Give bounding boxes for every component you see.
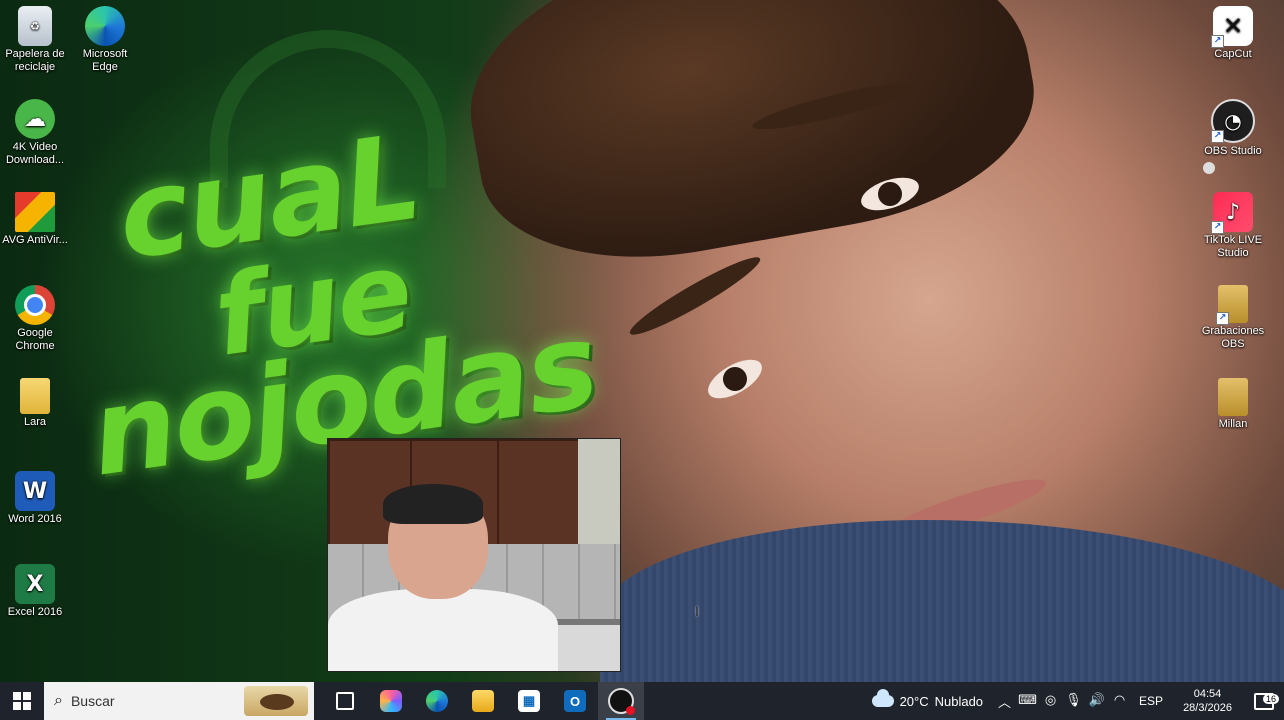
- desktop-icon-millan[interactable]: Millan: [1198, 374, 1268, 431]
- desktop-icon-capcut[interactable]: ✕ ↗ CapCut: [1198, 2, 1268, 61]
- folder-icon: [1218, 378, 1248, 416]
- cloud-icon: [871, 689, 894, 707]
- input-indicator-icon[interactable]: ⌨: [1016, 692, 1039, 711]
- obs-taskbar-button[interactable]: [598, 682, 644, 720]
- wallpaper-eye-left: [702, 351, 768, 407]
- desktop-wallpaper: cuaL fue nojodas ♻ Papelera de reciclaje M…: [0, 0, 1284, 682]
- desktop-icon-lara[interactable]: Lara: [0, 374, 70, 429]
- chevron-up-icon[interactable]: ︿: [993, 692, 1016, 711]
- text-cursor-icon: I: [695, 603, 699, 619]
- desktop-icon-label: AVG AntiVir...: [2, 234, 68, 246]
- desktop-icon-label: Lara: [23, 416, 47, 428]
- search-highlight-image: [244, 686, 308, 716]
- webcam-overlay: [327, 438, 621, 672]
- shortcut-arrow-icon: ↗: [1211, 35, 1224, 48]
- search-icon: ⌕: [54, 692, 63, 709]
- shortcut-arrow-icon: ↗: [1211, 221, 1224, 234]
- copilot-icon: [380, 690, 402, 712]
- webcam-wall: [578, 439, 620, 549]
- system-tray: 20°C Nublado ︿ ⌨ ◎ 🎙 🔊 ◠ ESP 04:54 28/3/2026 …: [862, 682, 1284, 720]
- notification-center-button[interactable]: 16: [1244, 692, 1284, 710]
- outlook-icon: O: [564, 690, 586, 712]
- taskbar-search-box[interactable]: ⌕ Buscar: [44, 682, 314, 720]
- word-icon: W: [15, 471, 55, 511]
- recycle-bin-icon: ♻: [18, 6, 52, 46]
- obs-studio-icon: ◔ ↗: [1211, 99, 1255, 143]
- weather-temperature: 20°C: [899, 693, 929, 709]
- notification-count: 16: [1262, 693, 1279, 704]
- task-view-button[interactable]: [322, 682, 368, 720]
- webcam-person-hair: [383, 484, 483, 524]
- desktop-icon-excel-2016[interactable]: X Excel 2016: [0, 560, 70, 619]
- excel-icon: X: [15, 564, 55, 604]
- desktop-icon-label: Grabaciones OBS: [1201, 325, 1265, 350]
- desktop-icon-label: Millan: [1218, 418, 1248, 430]
- desktop-icon-word-2016[interactable]: W Word 2016: [0, 467, 70, 526]
- desktop-icon-label: Microsoft Edge: [82, 48, 128, 73]
- start-button[interactable]: [0, 682, 44, 720]
- desktop-icon-grabaciones-obs[interactable]: ↗ Grabaciones OBS: [1198, 281, 1268, 351]
- desktop-icon-label: TikTok LIVE Studio: [1203, 234, 1263, 259]
- desktop-icon-label: Papelera de reciclaje: [5, 48, 65, 73]
- store-icon: ▦: [518, 690, 540, 712]
- wallpaper-sweater: [600, 520, 1284, 682]
- edge-icon: [426, 690, 448, 712]
- desktop-icon-obs-studio[interactable]: ◔ ↗ OBS Studio: [1198, 95, 1268, 158]
- taskbar: ⌕ Buscar ▦ O 20°C Nublado ︿ ⌨ ◎ 🎙 🔊 ◠ ESP 04:5…: [0, 682, 1284, 720]
- desktop-icon-microsoft-edge[interactable]: Microsoft Edge: [70, 2, 140, 74]
- clock[interactable]: 04:54 28/3/2026: [1171, 687, 1244, 715]
- clock-time: 04:54: [1193, 688, 1222, 700]
- desktop-icon-4k-video-download[interactable]: ☁ 4K Video Download...: [0, 95, 70, 167]
- folder-icon: [20, 378, 50, 414]
- desktop-icon-label: Excel 2016: [7, 606, 63, 618]
- clock-date: 28/3/2026: [1183, 702, 1232, 714]
- desktop-icon-avg-antivir[interactable]: AVG AntiVir...: [0, 188, 70, 247]
- desktop-icon-label: OBS Studio: [1204, 145, 1262, 157]
- capcut-icon: ✕ ↗: [1211, 6, 1253, 48]
- outlook-button[interactable]: O: [552, 682, 598, 720]
- search-placeholder: Buscar: [70, 693, 115, 709]
- wallpaper-brow-left: [624, 248, 766, 344]
- desktop-icon-google-chrome[interactable]: Google Chrome: [0, 281, 70, 353]
- wifi-icon[interactable]: ◠: [1108, 692, 1131, 711]
- tiktok-live-studio-icon: ♪ ↗: [1211, 192, 1253, 234]
- 4k-video-downloader-icon: ☁: [15, 99, 55, 139]
- folder-icon: ↗: [1216, 285, 1248, 325]
- file-explorer-button[interactable]: [460, 682, 506, 720]
- edge-icon: [85, 6, 125, 46]
- desktop-icon-label: CapCut: [1214, 48, 1252, 60]
- folder-icon: [472, 690, 494, 712]
- webcam-icon[interactable]: ◎: [1039, 692, 1062, 711]
- language-indicator[interactable]: ESP: [1131, 694, 1171, 708]
- shortcut-arrow-icon: ↗: [1216, 312, 1229, 325]
- windows-logo-icon: [13, 692, 31, 710]
- desktop-icon-label: 4K Video Download...: [5, 141, 65, 166]
- wallpaper-hair: [448, 0, 1052, 287]
- desktop-icon-label: Google Chrome: [15, 327, 55, 352]
- microphone-icon[interactable]: 🎙: [1062, 692, 1085, 711]
- task-view-icon: [336, 692, 354, 710]
- avg-antivirus-icon: [15, 192, 55, 232]
- microsoft-store-button[interactable]: ▦: [506, 682, 552, 720]
- weather-condition: Nublado: [934, 693, 984, 709]
- desktop-icon-papelera-de-reciclaje[interactable]: ♻ Papelera de reciclaje: [0, 2, 70, 74]
- webcam-person-hoodie: [328, 589, 558, 671]
- volume-icon[interactable]: 🔊: [1085, 692, 1108, 711]
- copilot-button[interactable]: [368, 682, 414, 720]
- desktop-icon-label: Word 2016: [8, 513, 62, 525]
- desktop-icon-tiktok-live-studio[interactable]: ♪ ↗ TikTok LIVE Studio: [1198, 188, 1268, 260]
- edge-taskbar-button[interactable]: [414, 682, 460, 720]
- wallpaper-earring: [1203, 162, 1215, 174]
- chrome-icon: [15, 285, 55, 325]
- webcam-cabinet: [497, 439, 581, 548]
- obs-recording-icon: [608, 688, 635, 715]
- shortcut-arrow-icon: ↗: [1211, 130, 1224, 143]
- weather-widget[interactable]: 20°C Nublado: [862, 689, 993, 709]
